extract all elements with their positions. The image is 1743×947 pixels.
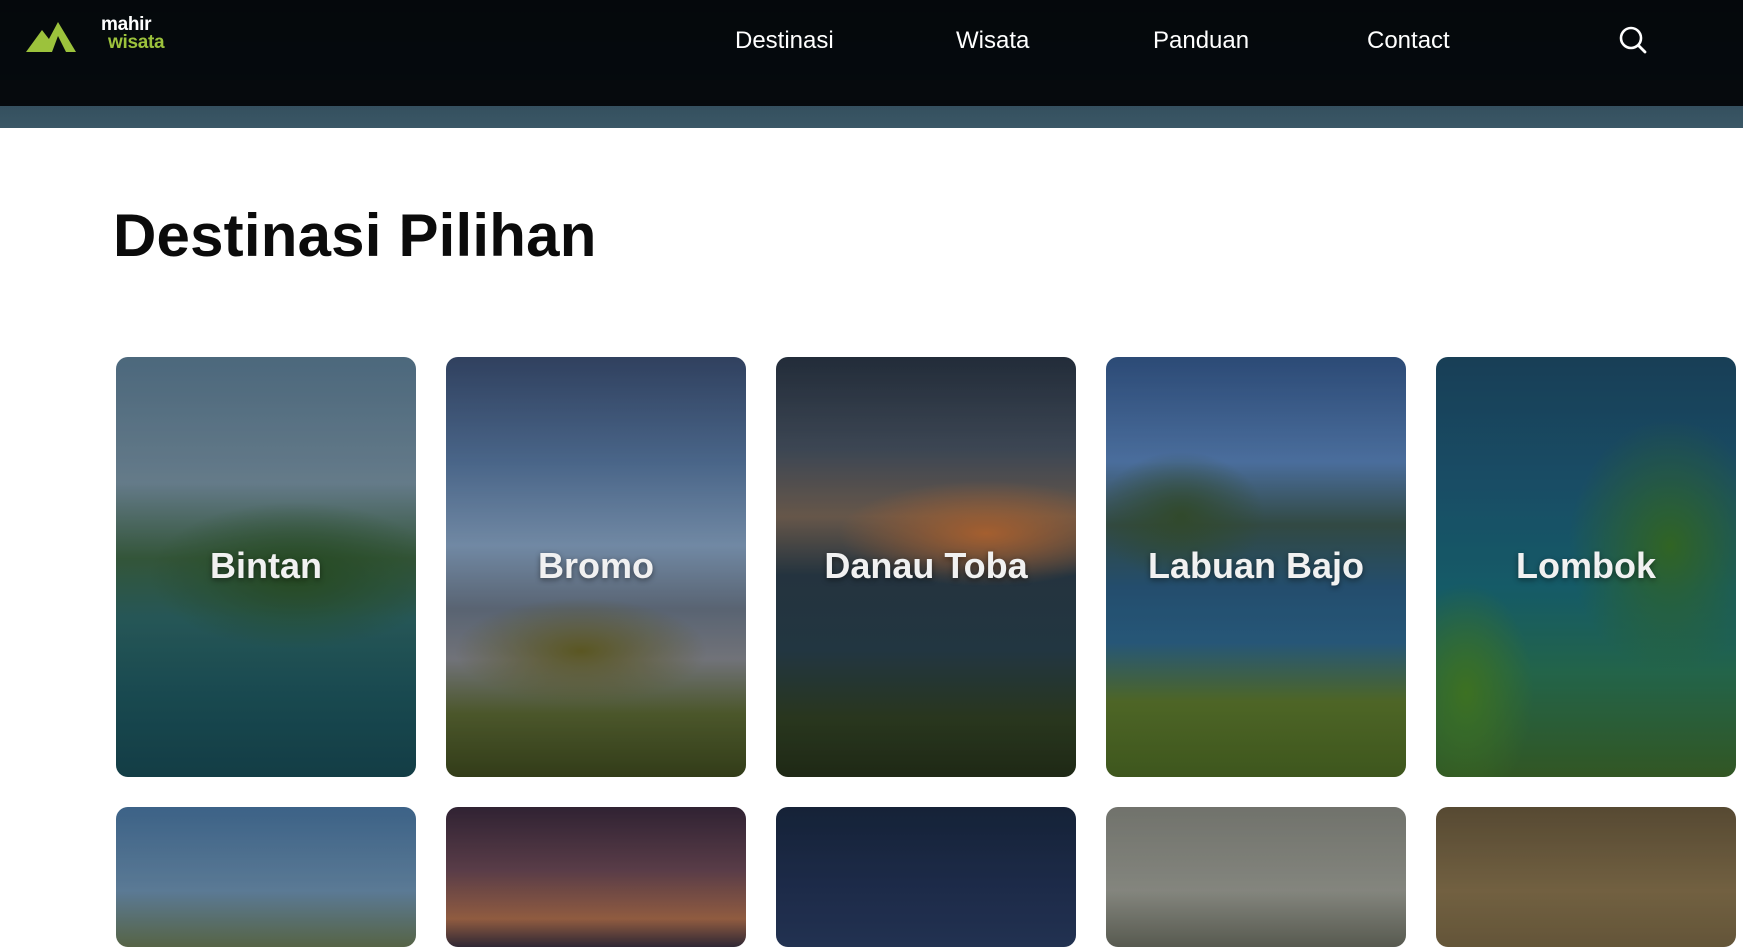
destination-card-row2-3[interactable] <box>776 807 1076 947</box>
nav-link-wisata[interactable]: Wisata <box>956 27 1029 55</box>
destination-card-bromo[interactable]: Bromo <box>446 357 746 777</box>
destination-card-label: Bintan <box>210 545 322 586</box>
destination-card-row2-1[interactable] <box>116 807 416 947</box>
destination-card-label: Bromo <box>538 545 654 586</box>
section-title: Destinasi Pilihan <box>113 202 597 269</box>
navbar: mahir wisata Destinasi Wisata Panduan Co… <box>0 0 1743 106</box>
card-overlay <box>1436 807 1736 947</box>
destination-card-row2-5[interactable] <box>1436 807 1736 947</box>
mountain-logo-icon <box>26 22 76 52</box>
destination-card-row2-4[interactable] <box>1106 807 1406 947</box>
card-overlay <box>1106 807 1406 947</box>
nav-link-destinasi[interactable]: Destinasi <box>735 27 834 55</box>
destination-card-danau-toba[interactable]: Danau Toba <box>776 357 1076 777</box>
destination-card-label: Danau Toba <box>824 545 1028 586</box>
destination-card-label: Labuan Bajo <box>1147 545 1365 586</box>
nav-link-contact[interactable]: Contact <box>1367 27 1450 55</box>
brand-line2: wisata <box>108 32 165 53</box>
destination-card-row2-2[interactable] <box>446 807 746 947</box>
brand-logo[interactable]: mahir wisata <box>24 15 165 56</box>
destination-card-labuan-bajo[interactable]: Labuan Bajo <box>1106 357 1406 777</box>
card-overlay <box>116 807 416 947</box>
nav-link-panduan[interactable]: Panduan <box>1153 27 1249 55</box>
card-overlay <box>776 807 1076 947</box>
search-icon <box>1619 26 1647 54</box>
brand-wordmark: mahir wisata <box>76 15 165 53</box>
search-button[interactable] <box>1617 24 1649 56</box>
destination-card-bintan[interactable]: Bintan <box>116 357 416 777</box>
card-overlay <box>446 807 746 947</box>
destination-card-lombok[interactable]: Lombok <box>1436 357 1736 777</box>
destination-card-label: Lombok <box>1516 545 1656 586</box>
